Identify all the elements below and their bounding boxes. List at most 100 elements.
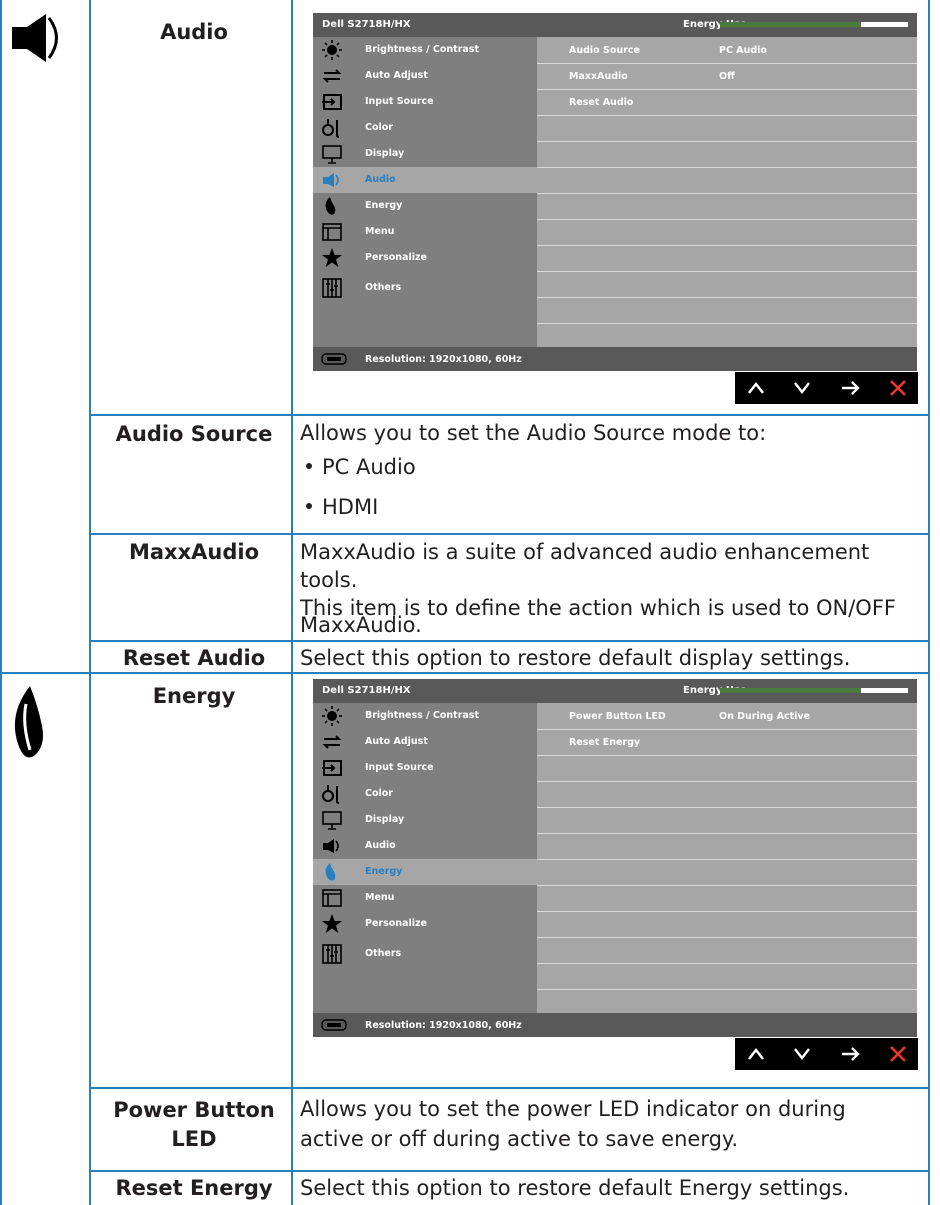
energy-use-bar [720,688,908,693]
osd-row-key: Power Button LED [569,711,666,722]
osd-row-audio-source[interactable]: Audio Source PC Audio [537,37,917,64]
connector-icon [321,353,347,365]
down-arrow-icon[interactable] [793,1046,811,1062]
osd-item-label: Color [365,122,393,133]
osd-item-display[interactable]: Display [313,807,537,833]
close-icon[interactable] [889,379,907,397]
option-text: HDMI [322,495,379,519]
table-rule [89,533,930,535]
osd-item-brightness[interactable]: Brightness / Contrast [313,703,537,729]
osd-item-input-source[interactable]: Input Source [313,89,537,115]
osd-item-audio[interactable]: Audio [313,167,537,193]
option-text: PC Audio [322,455,416,479]
osd-row-power-button-led[interactable]: Power Button LED On During Active [537,703,917,730]
input-source-icon [322,760,342,776]
osd-model: Dell S2718H/HX [322,685,411,696]
up-arrow-icon[interactable] [747,380,765,396]
setting-description: Allows you to set the power LED indicato… [300,1097,846,1121]
osd-item-label: Audio [365,840,396,851]
osd-item-auto-adjust[interactable]: Auto Adjust [313,63,537,89]
energy-use-fill [720,22,861,27]
osd-item-personalize[interactable]: Personalize [313,911,537,937]
auto-adjust-icon [322,735,342,749]
color-icon [322,119,340,138]
star-icon [322,248,342,267]
osd-row-empty [537,755,917,782]
close-icon[interactable] [889,1045,907,1063]
star-icon [322,914,342,933]
osd-row-key: MaxxAudio [569,71,628,82]
setting-description: tools. [300,568,358,592]
osd-item-label: Auto Adjust [365,736,428,747]
osd-item-others[interactable]: Others [313,275,537,301]
osd-item-label: Others [365,282,402,293]
table-rule [89,414,930,416]
osd-item-menu[interactable]: Menu [313,885,537,911]
osd-item-label: Brightness / Contrast [365,44,479,55]
up-arrow-icon[interactable] [747,1046,765,1062]
osd-item-label: Personalize [365,252,427,263]
osd-row-key: Reset Audio [569,97,634,108]
osd-item-audio[interactable]: Audio [313,833,537,859]
osd-row-empty [537,859,917,886]
osd-item-menu[interactable]: Menu [313,219,537,245]
energy-use-bar [720,22,908,27]
osd-item-label: Color [365,788,393,799]
osd-item-energy[interactable]: Energy [313,859,537,885]
osd-row-key: Reset Energy [569,737,641,748]
setting-label: Reset Audio [122,646,266,670]
table-rule [0,0,2,1205]
osd-item-brightness[interactable]: Brightness / Contrast [313,37,537,63]
osd-item-label: Energy [365,200,403,211]
osd-item-energy[interactable]: Energy [313,193,537,219]
setting-label: Audio Source [115,422,273,446]
osd-row-value: On During Active [719,711,811,722]
osd-row-maxxaudio[interactable]: MaxxAudio Off [537,63,917,90]
osd-nav-buttons [735,1038,918,1070]
display-icon [322,811,342,830]
osd-item-label: Others [365,948,402,959]
osd-row-empty [537,219,917,246]
auto-adjust-icon [322,69,342,83]
osd-item-label: Auto Adjust [365,70,428,81]
down-arrow-icon[interactable] [793,380,811,396]
leaf-icon [14,686,43,758]
osd-item-color[interactable]: Color [313,115,537,141]
leaf-icon [325,197,336,215]
table-rule [291,0,293,1205]
setting-description: MaxxAudio. [300,613,422,637]
table-rule [89,1087,930,1089]
setting-description: Allows you to set the Audio Source mode … [300,421,767,445]
manual-page: Audio Dell S2718H/HX Energy Use Brightne… [0,0,940,1205]
osd-item-auto-adjust[interactable]: Auto Adjust [313,729,537,755]
table-rule [89,640,930,642]
osd-row-empty [537,937,917,964]
osd-row-key: Audio Source [569,45,640,56]
input-source-icon [322,94,342,110]
speaker-icon [323,839,339,853]
osd-item-display[interactable]: Display [313,141,537,167]
right-arrow-icon[interactable] [841,380,861,396]
osd-row-empty [537,141,917,168]
osd-item-label: Brightness / Contrast [365,710,479,721]
osd-item-others[interactable]: Others [313,941,537,967]
menu-icon [322,889,342,907]
osd-resolution: Resolution: 1920x1080, 60Hz [365,1020,522,1031]
right-arrow-icon[interactable] [841,1046,861,1062]
osd-row-empty [537,193,917,220]
osd-submenu: Power Button LED On During Active Reset E… [537,703,917,1013]
osd-row-reset-energy[interactable]: Reset Energy [537,729,917,756]
osd-item-label: Display [365,814,405,825]
osd-item-label: Audio [365,174,396,185]
osd-item-input-source[interactable]: Input Source [313,755,537,781]
bullet-dot [306,463,312,469]
osd-item-personalize[interactable]: Personalize [313,245,537,271]
osd-row-empty [537,297,917,324]
osd-menu: Brightness / Contrast Auto Adjust Input … [313,703,537,1013]
display-icon [322,145,342,164]
osd-item-color[interactable]: Color [313,781,537,807]
osd-row-empty [537,271,917,298]
energy-use-fill [720,688,861,693]
option-bullet: HDMI [306,492,378,522]
osd-row-reset-audio[interactable]: Reset Audio [537,89,917,116]
